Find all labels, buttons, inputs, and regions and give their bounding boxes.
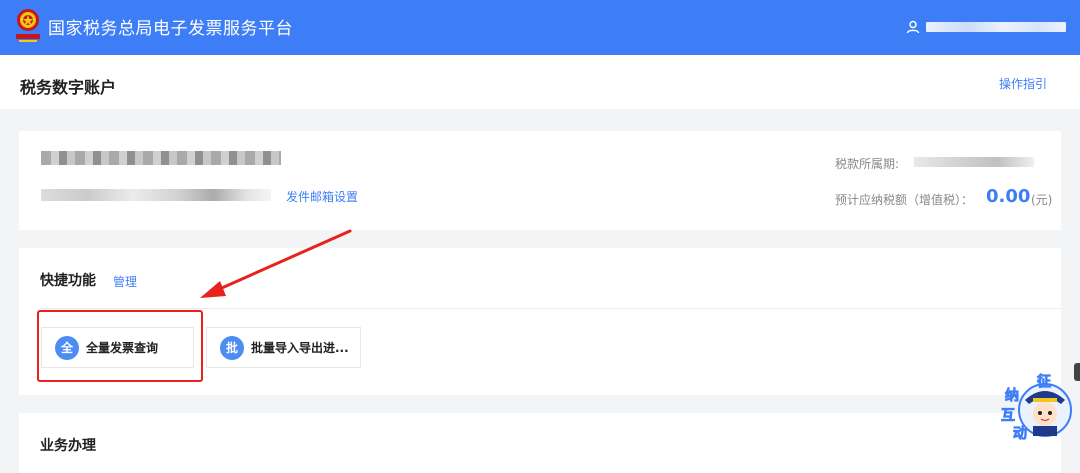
divider: [40, 308, 1061, 309]
site-title: 国家税务总局电子发票服务平台: [48, 19, 293, 39]
account-info-card: 发件邮箱设置 税款所属期: 预计应纳税额（增值税）： 0.00 (元): [19, 131, 1061, 230]
business-title: 业务办理: [40, 438, 96, 454]
page-header: 税务数字账户 操作指引: [0, 55, 1080, 109]
tax-period-value-redacted: [914, 157, 1034, 167]
operation-guide-link[interactable]: 操作指引: [999, 75, 1047, 92]
mail-setting-link[interactable]: 发件邮箱设置: [286, 188, 358, 205]
national-emblem-icon: [16, 9, 40, 42]
business-card: 业务办理: [19, 413, 1061, 473]
estimated-tax-amount: 0.00: [986, 186, 1031, 207]
badge-char-4: 动: [1013, 425, 1027, 442]
page-title: 税务数字账户: [20, 78, 117, 97]
user-name-redacted: [926, 22, 1066, 32]
estimated-tax-unit: (元): [1031, 193, 1053, 207]
tax-id-redacted: [41, 189, 271, 201]
quick-functions-card: 快捷功能 管理 全 全量发票查询 批 批量导入导出进...: [19, 248, 1061, 395]
quick-functions-title: 快捷功能: [40, 273, 96, 289]
tax-period-label: 税款所属期:: [835, 157, 900, 171]
badge-char-2: 纳: [1005, 387, 1019, 404]
full-invoice-query-label: 全量发票查询: [86, 341, 159, 355]
batch-import-export-button[interactable]: 批 批量导入导出进...: [206, 327, 361, 368]
user-icon: [906, 20, 920, 34]
company-name-redacted: [41, 151, 281, 165]
batch-import-export-label: 批量导入导出进...: [251, 341, 349, 355]
batch-import-export-icon: 批: [220, 335, 244, 360]
full-invoice-query-button[interactable]: 全 全量发票查询: [41, 327, 194, 368]
user-menu[interactable]: [906, 18, 1066, 36]
full-invoice-query-icon: 全: [55, 335, 79, 360]
manage-link[interactable]: 管理: [113, 273, 137, 290]
estimated-tax-label: 预计应纳税额（增值税）：: [835, 193, 974, 207]
badge-char-1: 征: [1037, 373, 1051, 390]
top-navigation-bar: 国家税务总局电子发票服务平台: [0, 0, 1080, 55]
tax-interaction-badge-icon[interactable]: 征 纳 互 动: [995, 370, 1075, 444]
side-drawer-handle[interactable]: [1074, 363, 1080, 381]
badge-char-3: 互: [1001, 408, 1015, 424]
